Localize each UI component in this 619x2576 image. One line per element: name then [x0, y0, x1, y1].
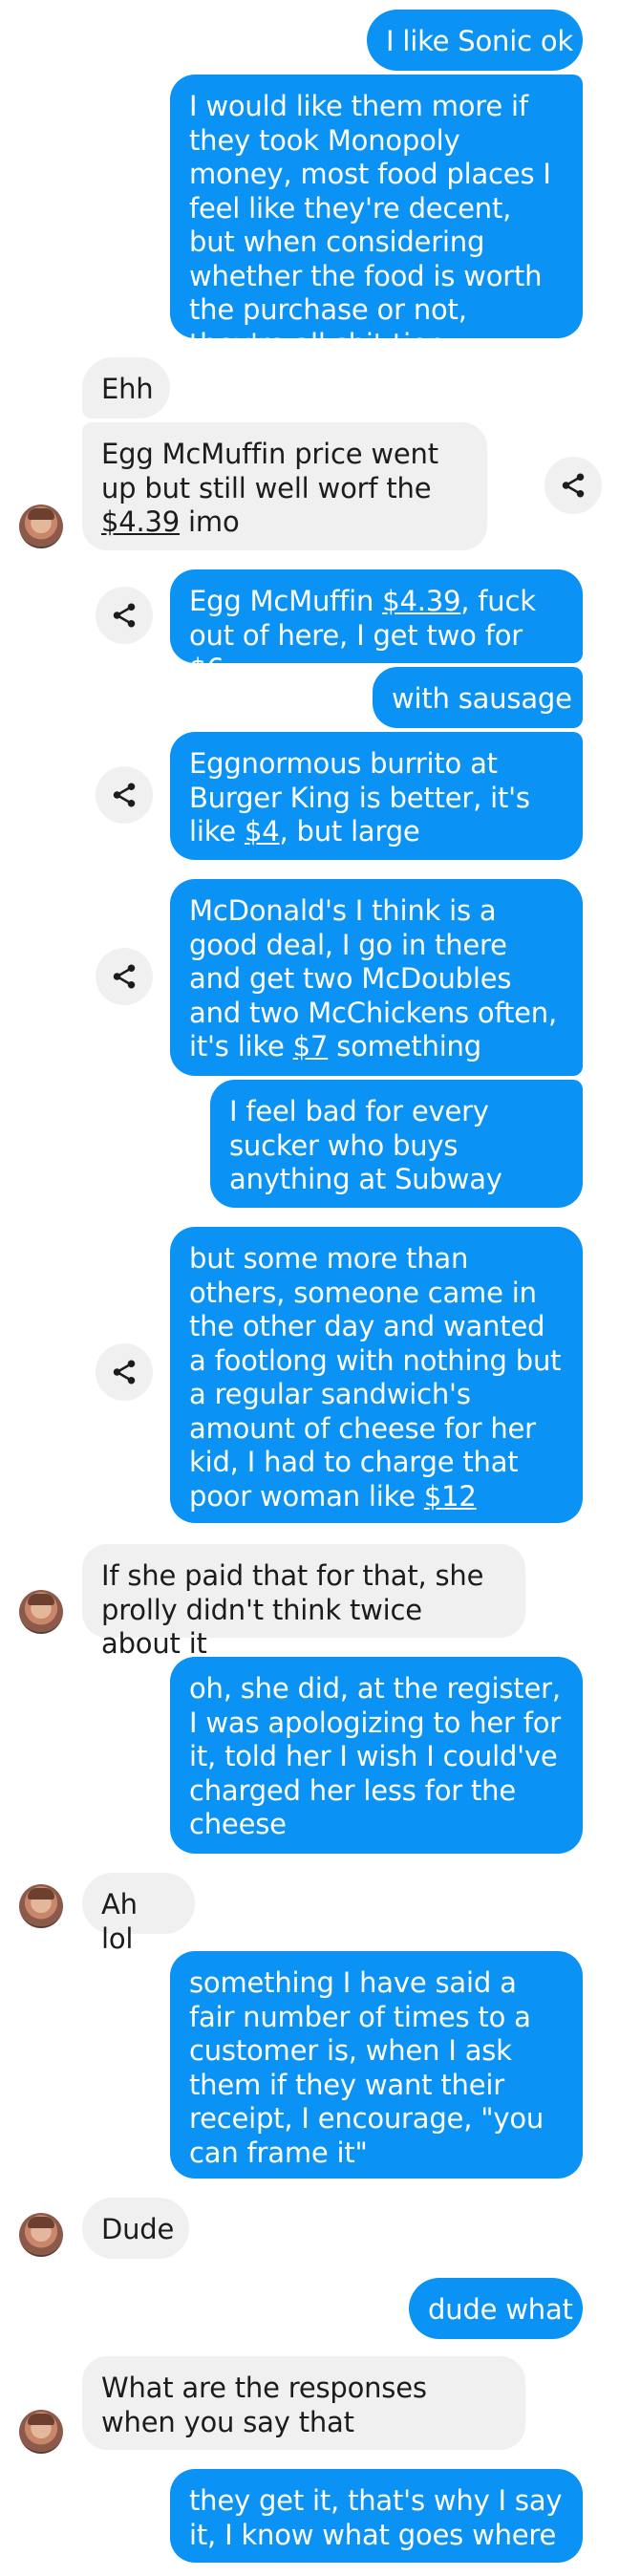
message-bubble-14[interactable]: something I have said a fair number of t…	[170, 1951, 583, 2179]
message-text: oh, she did, at the register, I was apol…	[189, 1672, 562, 1840]
message-bubble-10[interactable]: but some more than others, someone came …	[170, 1227, 583, 1523]
message-bubble-6[interactable]: with sausage	[373, 667, 583, 728]
contact-avatar[interactable]	[19, 2410, 63, 2454]
price-link[interactable]: $7	[293, 1030, 329, 1063]
message-text: If she paid that for that, she prolly di…	[101, 1559, 484, 1660]
message-text: Egg McMuffin	[189, 585, 383, 617]
message-text: with sausage	[392, 682, 572, 715]
message-bubble-16[interactable]: dude what	[409, 2278, 583, 2339]
message-bubble-3[interactable]: Ehh	[82, 357, 170, 419]
message-bubble-9[interactable]: I feel bad for every sucker who buys any…	[210, 1080, 583, 1208]
message-text: they get it, that's why I say it, I know…	[189, 2484, 563, 2551]
share-button[interactable]	[96, 587, 153, 644]
message-text: imo	[180, 505, 240, 538]
share-icon	[113, 964, 136, 989]
message-text: I feel bad for every sucker who buys any…	[229, 1095, 502, 1195]
share-icon	[562, 473, 585, 498]
message-bubble-17[interactable]: What are the responses when you say that	[82, 2356, 525, 2450]
contact-avatar[interactable]	[19, 2213, 63, 2257]
message-text: something I have said a fair number of t…	[189, 1966, 544, 2169]
contact-avatar[interactable]	[19, 1884, 63, 1928]
message-bubble-5[interactable]: Egg McMuffin $4.39, fuck out of here, I …	[170, 569, 583, 685]
message-text: something	[328, 1030, 481, 1063]
message-bubble-8[interactable]: McDonald's I think is a good deal, I go …	[170, 879, 583, 1076]
message-text: dude what	[428, 2293, 573, 2326]
share-icon	[113, 603, 136, 628]
message-bubble-12[interactable]: oh, she did, at the register, I was apol…	[170, 1657, 583, 1854]
price-link[interactable]: $6	[189, 653, 224, 685]
message-text: but some more than others, someone came …	[189, 1242, 562, 1513]
message-text: What are the responses when you say that	[101, 2372, 427, 2438]
message-bubble-18[interactable]: they get it, that's why I say it, I know…	[170, 2469, 583, 2563]
message-text: Ah lol	[101, 1888, 138, 1955]
share-button[interactable]	[96, 948, 153, 1005]
message-text: I would like them more if they took Mono…	[189, 90, 551, 360]
share-icon	[113, 783, 136, 807]
share-icon	[113, 1360, 136, 1385]
message-text: I like Sonic ok	[386, 25, 573, 57]
message-bubble-11[interactable]: If she paid that for that, she prolly di…	[82, 1544, 525, 1660]
message-text: Dude	[101, 2213, 175, 2245]
price-link[interactable]: $4	[245, 815, 280, 848]
message-text: Ehh	[101, 373, 154, 405]
message-bubble-15[interactable]: Dude	[82, 2198, 189, 2259]
price-link[interactable]: $4.39	[382, 585, 460, 617]
share-button[interactable]	[96, 766, 153, 824]
price-link[interactable]: $4.39	[101, 505, 180, 538]
contact-avatar[interactable]	[19, 504, 63, 548]
message-text: Egg McMuffin price went up but still wel…	[101, 438, 438, 504]
message-bubble-2[interactable]: I would like them more if they took Mono…	[170, 75, 583, 360]
message-bubble-7[interactable]: Eggnormous burrito at Burger King is bet…	[170, 732, 583, 860]
message-bubble-13[interactable]: Ah lol	[82, 1873, 195, 1955]
price-link[interactable]: $12	[424, 1480, 477, 1513]
message-text: , but large	[279, 815, 420, 848]
message-bubble-4[interactable]: Egg McMuffin price went up but still wel…	[82, 422, 487, 550]
share-button[interactable]	[544, 457, 602, 514]
share-button[interactable]	[96, 1343, 153, 1401]
message-bubble-1[interactable]: I like Sonic ok	[367, 10, 583, 71]
contact-avatar[interactable]	[19, 1590, 63, 1634]
